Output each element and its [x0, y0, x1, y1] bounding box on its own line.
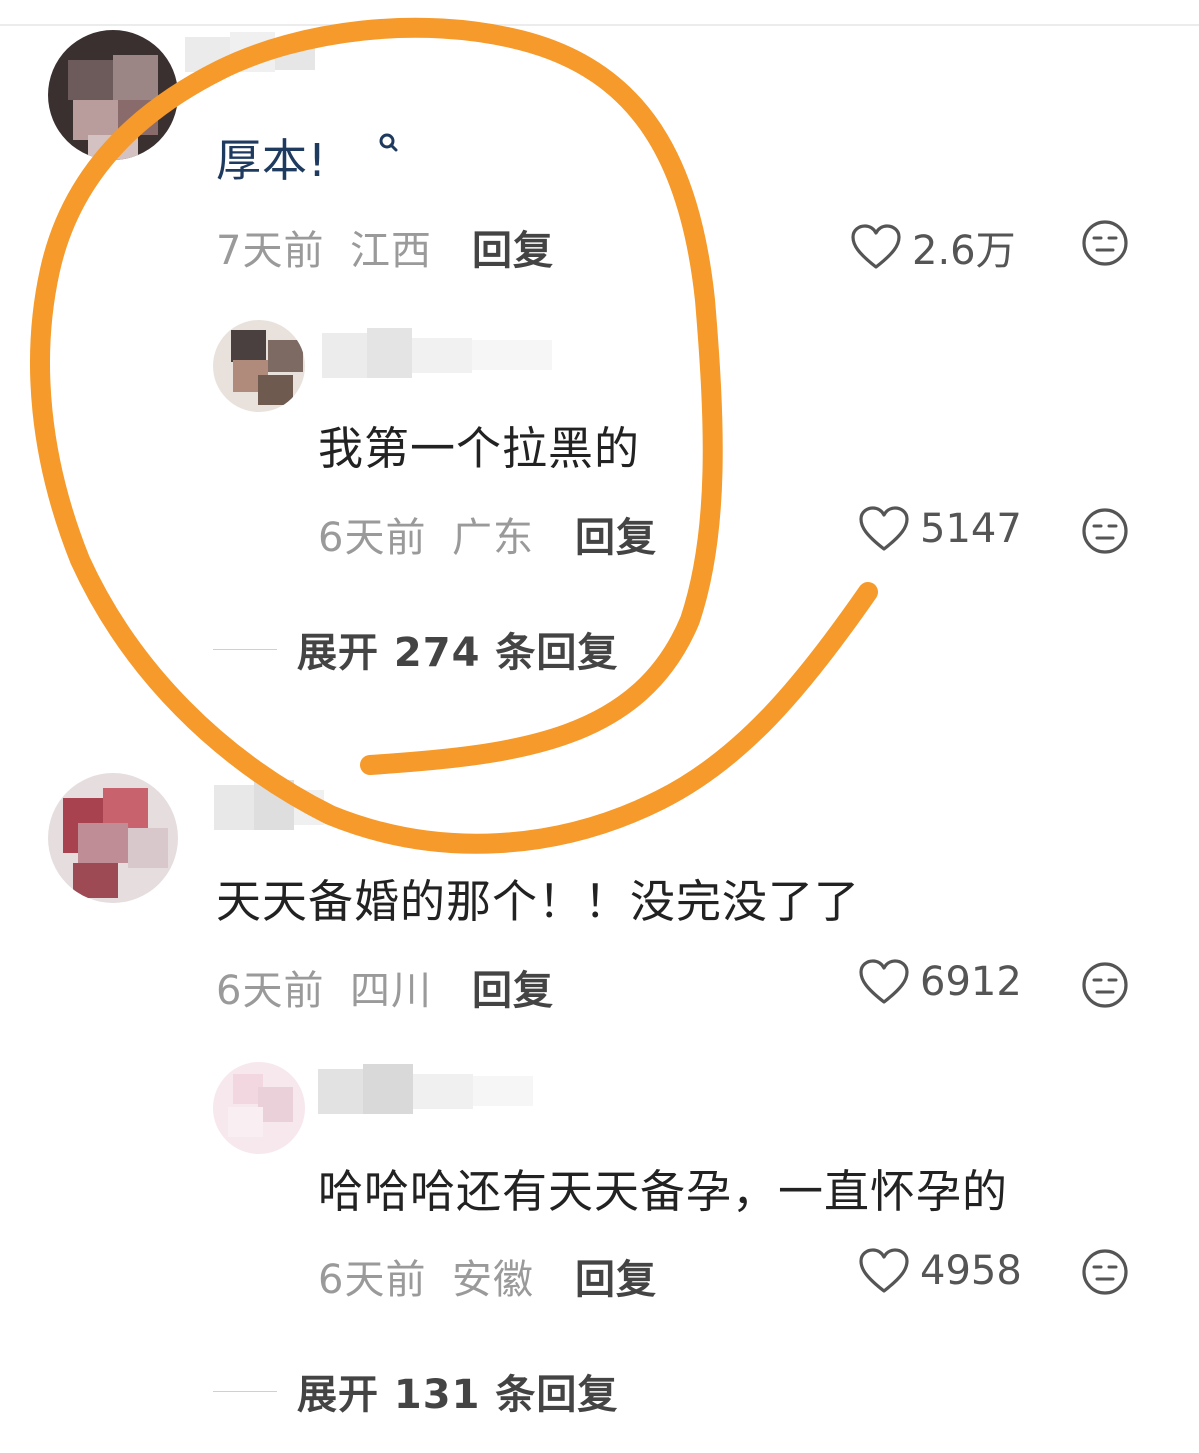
avatar[interactable]	[48, 773, 178, 903]
reply-avatar[interactable]	[213, 1062, 305, 1154]
divider	[213, 1390, 277, 1392]
username-blurred[interactable]	[185, 32, 315, 77]
reply-username-blurred[interactable]	[318, 1064, 538, 1119]
expressionless-face-icon[interactable]	[1080, 506, 1130, 556]
comment-region: 江西	[350, 228, 432, 274]
reply-time: 6天前	[318, 1257, 427, 1303]
heart-icon	[859, 959, 909, 1004]
expand-replies-button[interactable]: 展开 274 条回复	[213, 620, 618, 678]
heart-icon	[859, 506, 909, 551]
expressionless-face-icon[interactable]	[1080, 218, 1130, 268]
like-button[interactable]: 4958	[858, 1247, 1022, 1295]
like-count: 4958	[920, 1248, 1022, 1294]
like-button[interactable]: 5147	[858, 505, 1022, 553]
like-count: 6912	[920, 959, 1022, 1005]
reply-time: 6天前	[318, 515, 427, 561]
reply-username-blurred[interactable]	[322, 328, 562, 383]
like-count: 2.6万	[912, 228, 1016, 274]
comment-region: 四川	[350, 968, 432, 1014]
comment-text: 天天备婚的那个！！没完没了了	[216, 875, 861, 928]
reply-text: 我第一个拉黑的	[318, 422, 641, 475]
like-count: 5147	[920, 506, 1022, 552]
reply-avatar[interactable]	[213, 320, 305, 412]
annotation-circle	[30, 17, 878, 854]
reply-button[interactable]: 回复	[472, 958, 554, 1016]
heart-icon	[859, 1248, 909, 1293]
search-icon[interactable]	[376, 130, 402, 156]
like-button[interactable]: 2.6万	[850, 218, 1016, 276]
expand-replies-button[interactable]: 展开 131 条回复	[213, 1362, 618, 1420]
comment-text: 厚本!	[216, 134, 328, 187]
reply-button[interactable]: 回复	[575, 505, 657, 563]
expressionless-face-icon[interactable]	[1080, 960, 1130, 1010]
heart-icon	[851, 224, 901, 269]
username-blurred[interactable]	[214, 780, 324, 835]
expand-replies-label: 展开 274 条回复	[297, 630, 619, 676]
top-divider	[0, 24, 1199, 26]
reply-region: 安徽	[452, 1257, 534, 1303]
reply-region: 广东	[452, 515, 534, 561]
reply-button[interactable]: 回复	[575, 1247, 657, 1305]
comment-time: 7天前	[216, 228, 325, 274]
expressionless-face-icon[interactable]	[1080, 1247, 1130, 1297]
like-button[interactable]: 6912	[858, 958, 1022, 1006]
comment-time: 6天前	[216, 968, 325, 1014]
avatar[interactable]	[48, 30, 178, 160]
reply-text: 哈哈哈还有天天备孕，一直怀孕的	[318, 1165, 1009, 1218]
expand-replies-label: 展开 131 条回复	[297, 1372, 619, 1418]
reply-button[interactable]: 回复	[472, 218, 554, 276]
divider	[213, 648, 277, 650]
